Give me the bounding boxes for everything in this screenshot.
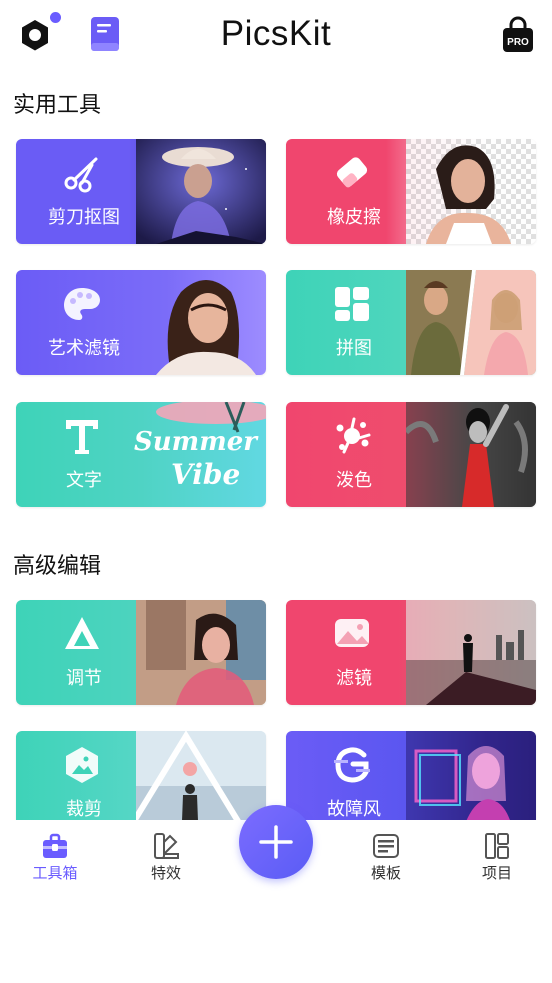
tool-card-splash[interactable]: 泼色: [286, 402, 536, 507]
tab-label: 特效: [150, 864, 181, 882]
filter-city-silhouette-art: [406, 600, 536, 705]
tool-card-label: 剪刀抠图: [48, 207, 120, 228]
add-button[interactable]: [239, 805, 313, 879]
palette-icon: [64, 288, 100, 320]
tab-label: 工具箱: [32, 864, 78, 882]
section-title-practical-tools: 实用工具: [13, 93, 102, 118]
tab-effects[interactable]: 特效: [126, 832, 206, 888]
tool-card-filter[interactable]: 滤镜: [286, 600, 536, 705]
splash-color-portrait-art: [406, 402, 536, 507]
tool-card-art-filter[interactable]: 艺术滤镜: [16, 270, 266, 375]
app-title: PicsKit: [220, 14, 332, 53]
scissors-icon: [64, 157, 98, 193]
pro-button[interactable]: PRO: [500, 16, 536, 54]
text-t-icon: [66, 420, 98, 454]
tool-card-label: 艺术滤镜: [48, 338, 120, 359]
eraser-portrait-art: [406, 139, 536, 244]
splash-icon: [336, 417, 371, 454]
tool-card-label: 裁剪: [66, 799, 102, 820]
section-title-advanced-edit: 高级编辑: [13, 554, 102, 579]
tab-label: 项目: [481, 864, 512, 882]
tool-card-label: 橡皮擦: [327, 207, 381, 228]
tool-card-label: 文字: [66, 470, 102, 491]
tool-card-collage[interactable]: 拼图: [286, 270, 536, 375]
shopping-bag-pro-icon: PRO: [503, 16, 533, 52]
vibe-art-text: Vibe: [171, 458, 240, 491]
adjust-triangle-icon: [65, 617, 99, 649]
toolbox-icon: [43, 833, 67, 858]
tab-projects[interactable]: 项目: [457, 832, 537, 888]
tool-card-label: 故障风: [327, 799, 381, 820]
tool-card-eraser[interactable]: 橡皮擦: [286, 139, 536, 244]
collage-photos-art: [406, 270, 536, 375]
cutout-silhouette-art: [136, 139, 266, 244]
image-filter-icon: [335, 619, 369, 647]
pro-badge-text: PRO: [507, 37, 529, 48]
tool-card-label: 滤镜: [336, 668, 372, 689]
eraser-icon: [336, 157, 368, 188]
crop-hexagon-icon: [66, 747, 98, 783]
collage-grid-icon: [335, 287, 369, 321]
projects-grid-icon: [485, 833, 509, 859]
tool-card-text[interactable]: Summer Vibe 文字: [16, 402, 266, 507]
tab-templates[interactable]: 模板: [346, 832, 426, 888]
app-header: PicsKit PRO: [0, 0, 552, 76]
tab-toolbox[interactable]: 工具箱: [15, 832, 95, 888]
plus-icon: [259, 825, 293, 859]
effects-swatch-icon: [154, 833, 179, 859]
summer-art-text: Summer: [134, 427, 259, 457]
tab-label: 模板: [370, 864, 401, 882]
tool-card-label: 泼色: [336, 470, 372, 491]
tool-card-label: 拼图: [336, 338, 372, 359]
tool-card-adjust[interactable]: 调节: [16, 600, 266, 705]
templates-icon: [373, 834, 399, 858]
adjust-portrait-art: [136, 600, 266, 705]
art-filter-portrait-art: [156, 280, 256, 375]
glitch-g-icon: [334, 747, 370, 783]
tool-card-cutout[interactable]: 剪刀抠图: [16, 139, 266, 244]
tool-card-label: 调节: [66, 668, 102, 689]
